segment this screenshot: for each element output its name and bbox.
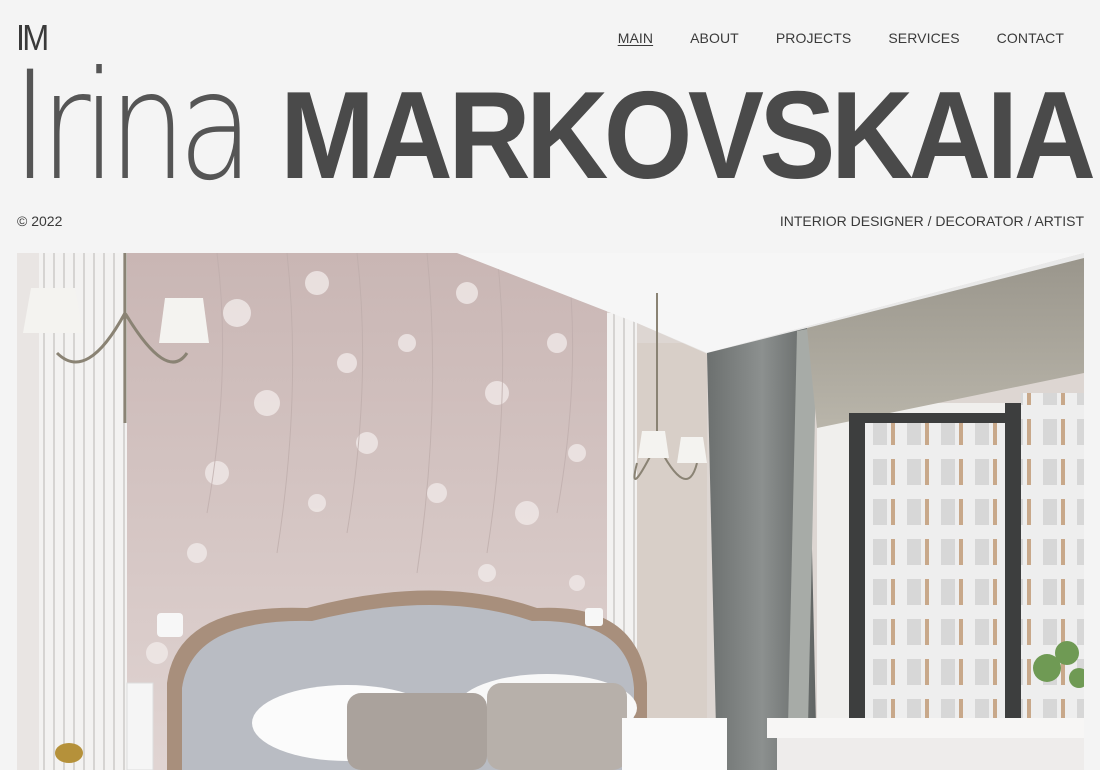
- nav-services[interactable]: SERVICES: [888, 29, 959, 47]
- nav-about[interactable]: ABOUT: [690, 29, 739, 47]
- nav-contact[interactable]: CONTACT: [997, 29, 1064, 47]
- main-nav: MAIN ABOUT PROJECTS SERVICES CONTACT: [581, 29, 1064, 47]
- copyright: © 2022: [17, 213, 63, 229]
- nav-main[interactable]: MAIN: [618, 29, 653, 47]
- hero-last-name: MARKOVSKAIA: [280, 67, 1096, 205]
- roles-tagline: INTERIOR DESIGNER / DECORATOR / ARTIST: [779, 213, 1084, 229]
- bedroom-interior-photo: [17, 253, 1084, 770]
- nav-projects[interactable]: PROJECTS: [776, 29, 851, 47]
- hero-first-name: Irina: [12, 40, 254, 214]
- hero-photo: [17, 253, 1084, 770]
